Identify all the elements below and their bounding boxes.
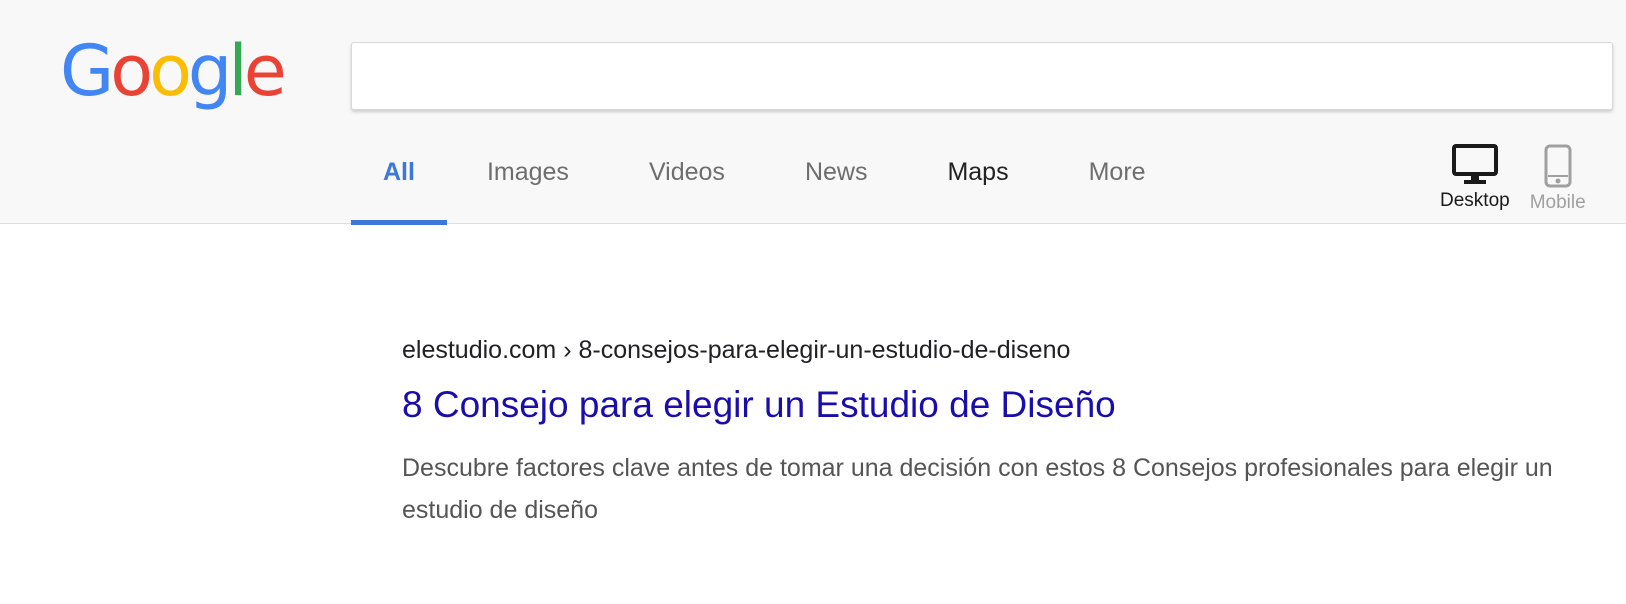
desktop-label: Desktop: [1440, 190, 1510, 211]
tab-all[interactable]: All: [351, 140, 447, 225]
result-url: elestudio.com › 8-consejos-para-elegir-u…: [402, 336, 1071, 364]
tab-news[interactable]: News: [773, 140, 900, 224]
logo-letter: g: [187, 30, 232, 112]
logo-letter: l: [228, 30, 248, 112]
logo-letter: G: [60, 30, 114, 112]
device-toggle: Desktop Mobile: [1440, 144, 1586, 220]
logo-letter: e: [243, 30, 287, 112]
desktop-button[interactable]: Desktop: [1440, 144, 1510, 220]
logo-letter: o: [110, 30, 153, 112]
desktop-icon: [1451, 144, 1498, 184]
mobile-label: Mobile: [1529, 192, 1586, 213]
tab-more[interactable]: More: [1057, 140, 1178, 224]
result-snippet: Descubre factores clave antes de tomar u…: [402, 454, 1553, 524]
tab-maps[interactable]: Maps: [915, 140, 1040, 224]
result-title-link[interactable]: 8 Consejo para elegir un Estudio de Dise…: [402, 384, 1582, 426]
search-result: elestudio.com › 8-consejos-para-elegir-u…: [402, 336, 1582, 531]
google-logo[interactable]: Google: [60, 36, 287, 106]
mobile-button[interactable]: Mobile: [1530, 144, 1586, 220]
header: Google All Images Videos News Maps More …: [0, 0, 1626, 225]
tab-videos[interactable]: Videos: [617, 140, 757, 224]
logo-letter: o: [149, 30, 192, 112]
tab-images[interactable]: Images: [455, 140, 601, 224]
mobile-icon: [1544, 144, 1572, 188]
search-tabs: All Images Videos News Maps More: [351, 140, 1194, 225]
search-input[interactable]: [351, 42, 1613, 110]
